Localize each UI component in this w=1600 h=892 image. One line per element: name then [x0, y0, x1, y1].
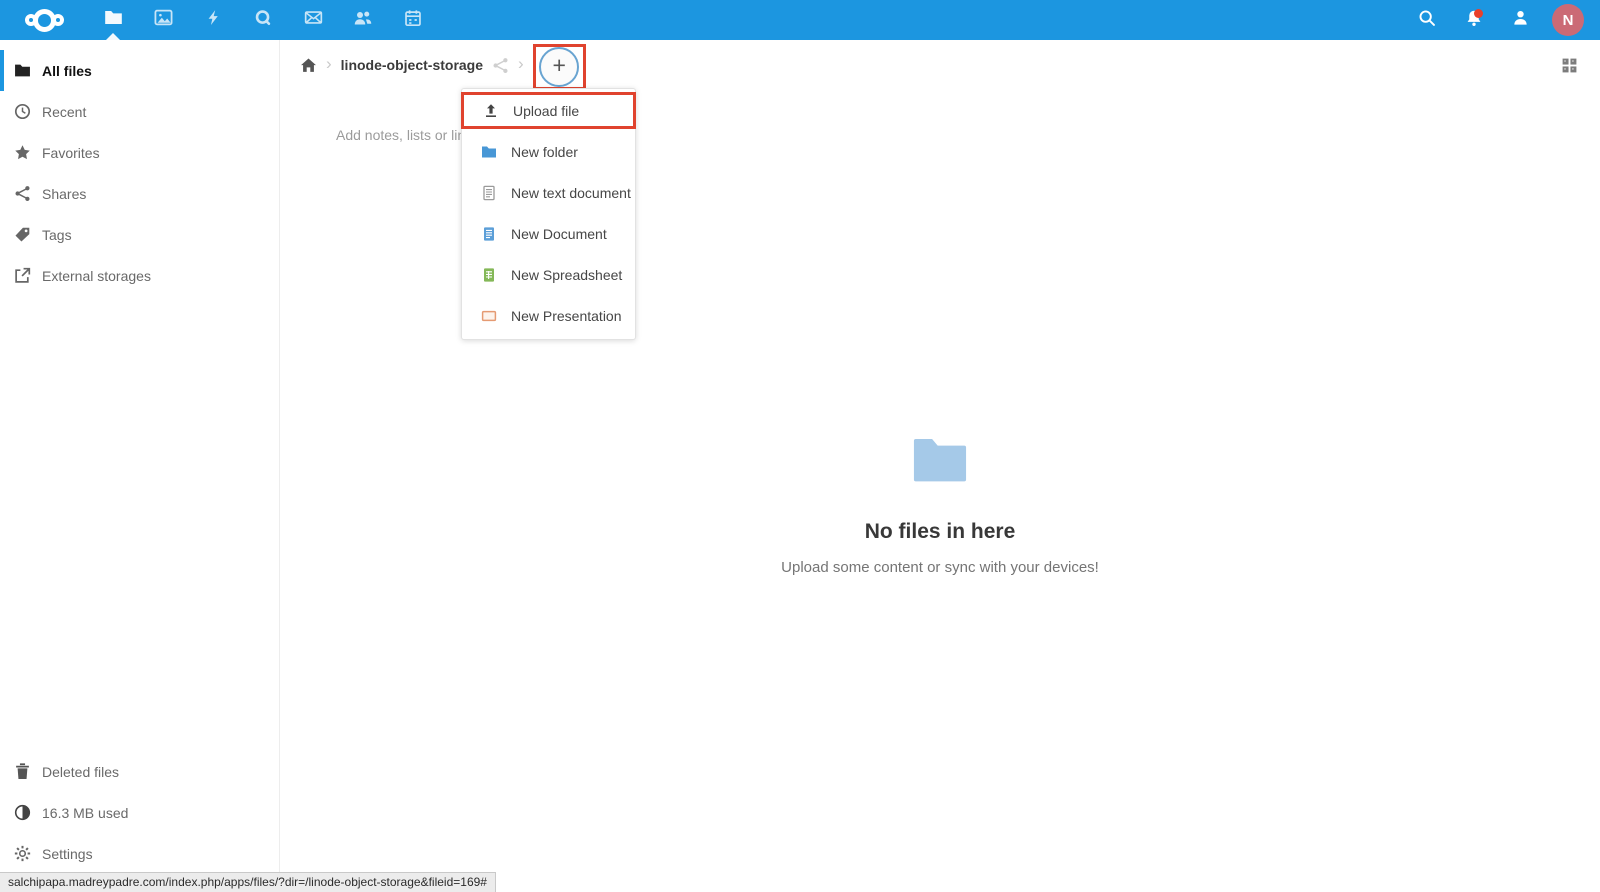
star-icon — [14, 144, 31, 161]
home-icon[interactable] — [300, 57, 317, 74]
menu-item-new-folder[interactable]: New folder — [462, 131, 635, 172]
share-icon[interactable] — [492, 57, 509, 74]
folder-icon — [14, 62, 31, 79]
menu-item-label: New Document — [511, 226, 607, 242]
sidebar-item-recent[interactable]: Recent — [0, 91, 279, 132]
search-icon — [1418, 9, 1436, 32]
sidebar-item-settings[interactable]: Settings — [0, 833, 279, 874]
spreadsheet-icon — [481, 267, 497, 283]
app-contacts[interactable] — [338, 0, 388, 40]
sidebar-item-external-storages[interactable]: External storages — [0, 255, 279, 296]
new-folder-icon — [481, 144, 497, 160]
menu-item-new-spreadsheet[interactable]: New Spreadsheet — [462, 254, 635, 295]
sidebar-item-all-files[interactable]: All files — [0, 50, 279, 91]
calendar-icon — [404, 9, 422, 32]
tag-icon — [14, 226, 31, 243]
folder-large-icon — [913, 470, 967, 487]
menu-item-new-document[interactable]: New Document — [462, 213, 635, 254]
app-mail[interactable] — [288, 0, 338, 40]
sidebar-item-label: Favorites — [42, 145, 100, 161]
sidebar-item-label: 16.3 MB used — [42, 805, 128, 821]
grid-view-toggle[interactable] — [1561, 57, 1578, 74]
app-photos[interactable] — [138, 0, 188, 40]
sidebar-item-label: Settings — [42, 846, 93, 862]
trash-icon — [14, 763, 31, 780]
files-sidebar: All files Recent Favorites Shares Tags — [0, 40, 280, 892]
annotation-red-box-new-button: + — [533, 44, 586, 90]
breadcrumb: › linode-object-storage › + — [280, 40, 1600, 90]
talk-icon — [254, 9, 272, 32]
top-header: N — [0, 0, 1600, 40]
files-main-area: › linode-object-storage › + Add notes, l… — [280, 40, 1600, 892]
document-icon — [481, 226, 497, 242]
link-preview-status-bar: salchipapa.madreypadre.com/index.php/app… — [0, 872, 496, 892]
contacts-icon — [353, 8, 373, 33]
sidebar-item-label: Tags — [42, 227, 72, 243]
breadcrumb-separator: › — [518, 55, 524, 72]
external-storage-icon — [14, 267, 31, 284]
sidebar-item-label: Deleted files — [42, 764, 119, 780]
files-icon — [104, 8, 123, 32]
notification-badge — [1474, 9, 1483, 18]
sidebar-item-favorites[interactable]: Favorites — [0, 132, 279, 173]
sidebar-item-tags[interactable]: Tags — [0, 214, 279, 255]
activity-icon — [205, 9, 222, 31]
menu-item-label: New Presentation — [511, 308, 622, 324]
app-shell: All files Recent Favorites Shares Tags — [0, 40, 1600, 892]
menu-item-label: New text document — [511, 185, 631, 201]
clock-icon — [14, 103, 31, 120]
sidebar-item-deleted-files[interactable]: Deleted files — [0, 751, 279, 792]
breadcrumb-separator: › — [326, 55, 332, 72]
sidebar-item-label: All files — [42, 63, 92, 79]
sidebar-item-label: Shares — [42, 186, 86, 202]
empty-folder-state: No files in here Upload some content or … — [280, 437, 1600, 576]
notifications-button[interactable] — [1450, 0, 1497, 40]
photos-icon — [154, 8, 173, 32]
annotation-red-box-upload-file: Upload file — [461, 92, 636, 129]
logo-center-circle — [33, 9, 56, 32]
menu-item-new-presentation[interactable]: New Presentation — [462, 295, 635, 336]
workspace-notes-hint[interactable]: Add notes, lists or lin — [336, 127, 465, 143]
empty-state-title: No files in here — [280, 520, 1600, 544]
sidebar-item-shares[interactable]: Shares — [0, 173, 279, 214]
sidebar-item-label: External storages — [42, 268, 151, 284]
contacts-menu-icon — [1511, 8, 1530, 32]
settings-gear-icon — [14, 845, 31, 862]
menu-item-label: New Spreadsheet — [511, 267, 622, 283]
empty-state-subtitle: Upload some content or sync with your de… — [280, 559, 1600, 576]
user-avatar[interactable]: N — [1552, 4, 1584, 36]
sidebar-item-label: Recent — [42, 104, 86, 120]
app-talk[interactable] — [238, 0, 288, 40]
sidebar-item-quota[interactable]: 16.3 MB used — [0, 792, 279, 833]
sidebar-footer: Deleted files 16.3 MB used Settings — [0, 751, 279, 874]
nextcloud-logo[interactable] — [0, 9, 88, 32]
breadcrumb-folder-name[interactable]: linode-object-storage — [341, 57, 483, 73]
app-files[interactable] — [88, 0, 138, 40]
share-icon — [14, 185, 31, 202]
header-right-group: N — [1403, 0, 1600, 40]
presentation-icon — [481, 308, 497, 324]
menu-item-upload-file[interactable]: Upload file — [464, 95, 633, 126]
mail-icon — [304, 8, 323, 32]
menu-item-label: Upload file — [513, 103, 579, 119]
text-document-icon — [481, 185, 497, 201]
upload-icon — [483, 103, 499, 119]
quota-pie-icon — [14, 804, 31, 821]
search-button[interactable] — [1403, 0, 1450, 40]
menu-item-label: New folder — [511, 144, 578, 160]
contacts-menu-button[interactable] — [1497, 0, 1544, 40]
menu-item-new-text-document[interactable]: New text document — [462, 172, 635, 213]
new-button[interactable]: + — [539, 47, 579, 87]
app-activity[interactable] — [188, 0, 238, 40]
app-calendar[interactable] — [388, 0, 438, 40]
new-file-menu: Upload file New folder New text document — [461, 88, 636, 340]
